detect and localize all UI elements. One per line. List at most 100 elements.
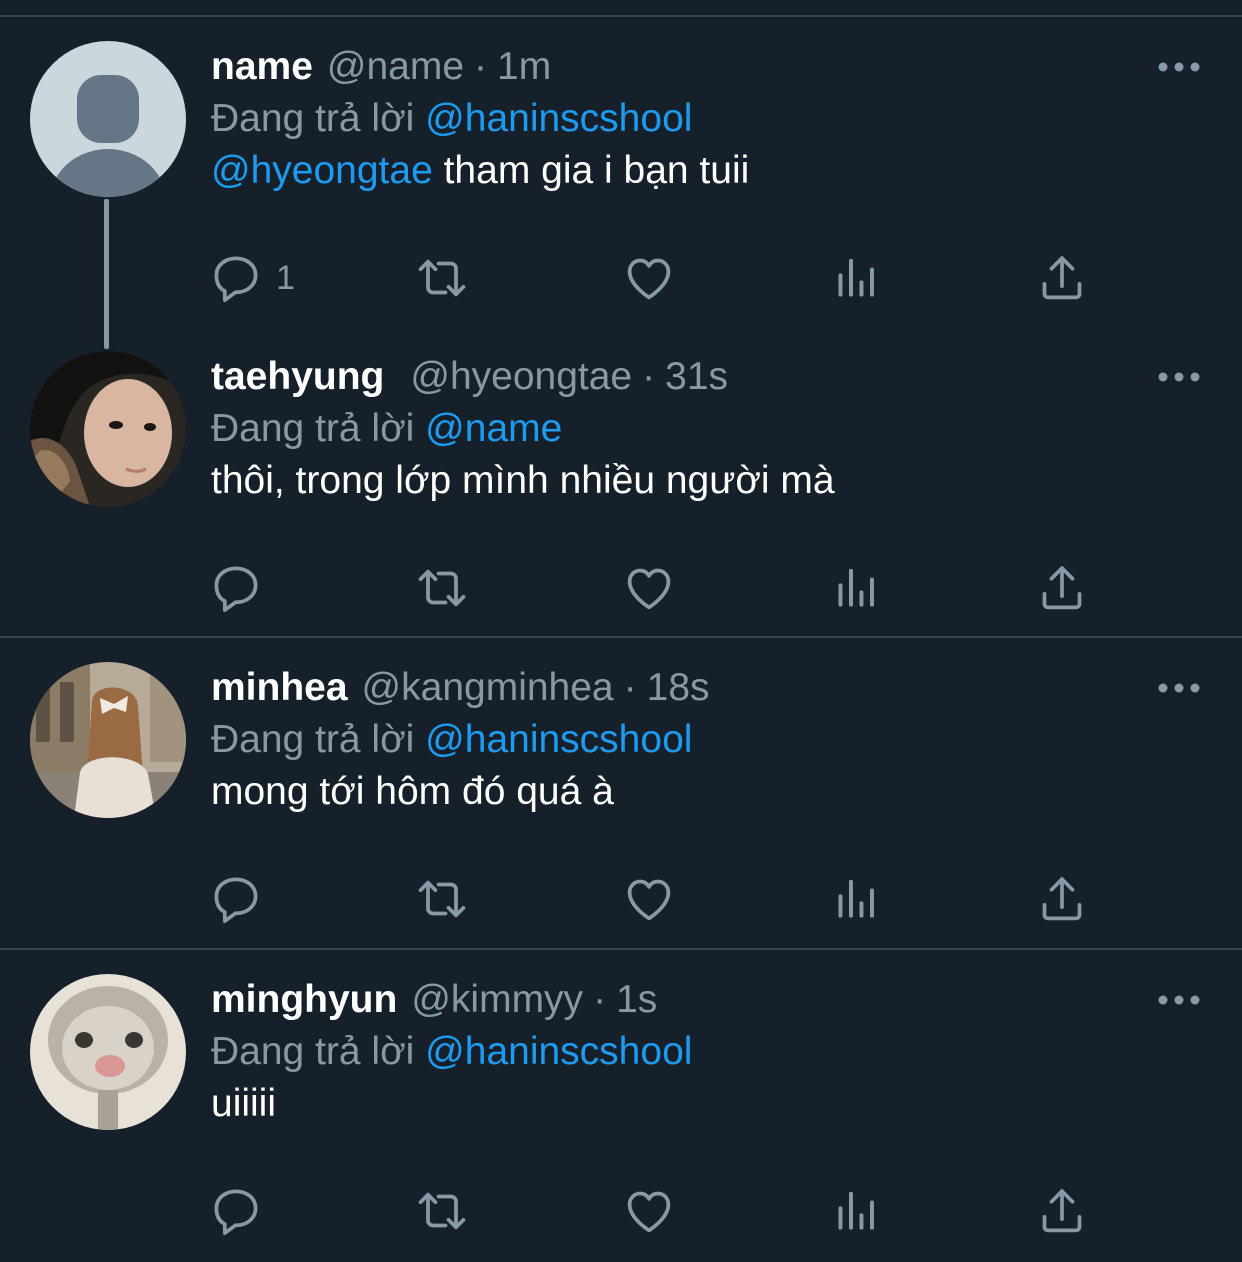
more-icon [1158,62,1200,72]
reply-icon [214,256,258,303]
user-handle[interactable]: @kimmyy [411,974,583,1026]
like-icon [627,879,671,921]
more-icon [1158,372,1200,382]
tweet[interactable]: taehyung @hyeongtae · 31s Đang trả lời @… [0,327,1242,638]
replying-to-label: Đang trả lời [211,97,415,140]
analytics-button[interactable] [828,871,884,927]
tweet-header: minhea @kangminhea · 18s [211,662,710,714]
like-icon [627,258,671,300]
analytics-icon [838,879,874,918]
replying-to-mention[interactable]: @haninscshool [425,718,692,761]
replying-to-mention[interactable]: @haninscshool [425,1030,692,1073]
user-handle[interactable]: @kangminhea [362,662,614,714]
timestamp[interactable]: 31s [665,351,728,403]
more-options-button[interactable] [1154,988,1204,1012]
reply-button[interactable] [208,560,264,616]
avatar[interactable] [30,351,186,507]
more-options-button[interactable] [1154,676,1204,700]
replying-to-label: Đang trả lời [211,718,415,761]
retweet-icon [418,1192,466,1230]
share-icon [1042,1189,1082,1233]
reply-button[interactable] [208,1183,264,1239]
profile-photo-icon [30,351,186,507]
analytics-button[interactable] [828,560,884,616]
default-avatar-icon [30,41,186,197]
reply-count: 1 [276,258,295,297]
replying-to-line: Đang trả lời @haninscshool [211,93,692,145]
tweet-header: minghyun @kimmyy · 1s [211,974,657,1026]
replying-to-mention[interactable]: @haninscshool [425,97,692,140]
action-bar [208,871,1108,927]
tweet-text: mong tới hôm đó quá à [211,770,614,813]
retweet-button[interactable] [414,871,470,927]
share-button[interactable] [1034,1183,1090,1239]
tweet-text: thôi, trong lớp mình nhiều người mà [211,459,835,502]
more-options-button[interactable] [1154,55,1204,79]
tweet[interactable]: minghyun @kimmyy · 1s Đang trả lời @hani… [0,950,1242,1262]
text-mention[interactable]: @hyeongtae [211,149,433,192]
separator-dot: · [593,978,607,1021]
reply-icon [214,566,258,613]
share-icon [1042,256,1082,300]
more-options-button[interactable] [1154,365,1204,389]
replying-to-line: Đang trả lời @haninscshool [211,1026,692,1078]
analytics-icon [838,258,874,297]
analytics-button[interactable] [828,250,884,306]
reply-icon [214,1189,258,1236]
retweet-icon [418,259,466,297]
tweet-text: uiiiii [211,1082,277,1125]
analytics-button[interactable] [828,1183,884,1239]
reply-button[interactable]: 1 [208,250,295,306]
share-button[interactable] [1034,871,1090,927]
replying-to-line: Đang trả lời @name [211,403,562,455]
tweet[interactable]: name @name · 1m Đang trả lời @haninscsho… [0,17,1242,349]
more-icon [1158,683,1200,693]
retweet-button[interactable] [414,560,470,616]
tweet-header: taehyung @hyeongtae · 31s [211,351,728,403]
more-icon [1158,995,1200,1005]
share-icon [1042,877,1082,921]
timestamp[interactable]: 1m [497,41,551,93]
separator-dot: · [474,45,488,88]
retweet-icon [418,880,466,918]
like-icon [627,1191,671,1233]
share-icon [1042,566,1082,610]
action-bar [208,560,1108,616]
replying-to-label: Đang trả lời [211,407,415,450]
replying-to-mention[interactable]: @name [425,407,562,450]
reply-feed: name @name · 1m Đang trả lời @haninscsho… [0,17,1242,1262]
tweet-text: @hyeongtae tham gia i bạn tuii [211,145,749,197]
profile-photo-icon [30,662,186,818]
timestamp[interactable]: 1s [616,974,657,1026]
user-handle[interactable]: @hyeongtae [410,351,632,403]
display-name[interactable]: name [211,41,313,93]
analytics-icon [838,568,874,607]
retweet-button[interactable] [414,1183,470,1239]
analytics-icon [838,1191,874,1230]
separator-dot: · [642,355,656,398]
profile-photo-icon [30,974,186,1130]
display-name[interactable]: minghyun [211,974,397,1026]
tweet[interactable]: minhea @kangminhea · 18s Đang trả lời @h… [0,638,1242,950]
avatar[interactable] [30,41,186,197]
retweet-icon [418,569,466,607]
user-handle[interactable]: @name [327,41,464,93]
share-button[interactable] [1034,560,1090,616]
like-button[interactable] [621,250,677,306]
separator-dot: · [623,666,637,709]
display-name[interactable]: taehyung [211,351,384,403]
reply-button[interactable] [208,871,264,927]
display-name[interactable]: minhea [211,662,348,714]
share-button[interactable] [1034,250,1090,306]
like-icon [627,568,671,610]
avatar[interactable] [30,662,186,818]
like-button[interactable] [621,1183,677,1239]
like-button[interactable] [621,560,677,616]
text-body: tham gia i bạn tuii [432,149,750,192]
tweet-header: name @name · 1m [211,41,551,93]
avatar[interactable] [30,974,186,1130]
timestamp[interactable]: 18s [647,662,710,714]
like-button[interactable] [621,871,677,927]
replying-to-line: Đang trả lời @haninscshool [211,714,692,766]
retweet-button[interactable] [414,250,470,306]
